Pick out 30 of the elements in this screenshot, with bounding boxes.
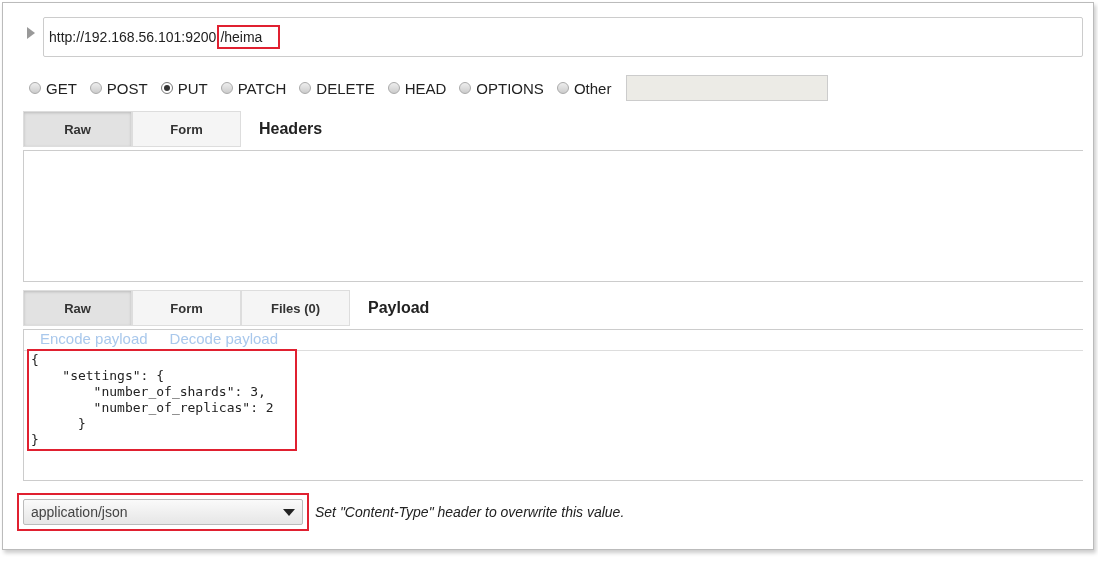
payload-code[interactable]: { "settings": { "number_of_shards": 3, "number_of_replicas": 2 } } — [27, 349, 297, 451]
content-type-select[interactable]: application/json — [23, 499, 303, 525]
method-label: GET — [46, 79, 77, 97]
headers-tab[interactable]: Raw — [23, 111, 132, 147]
caret-icon — [283, 508, 295, 516]
radio-button[interactable] — [387, 82, 400, 94]
url-field[interactable]: http://192.168.56.101:9200 /heima — [43, 17, 1083, 57]
content-type-hint: Set "Content-Type" header to overwrite this value. — [315, 504, 625, 520]
other-method-field[interactable] — [626, 75, 829, 101]
radio-button[interactable] — [299, 82, 312, 94]
method-label: Other — [573, 79, 612, 97]
expand-triangle-icon[interactable] — [27, 27, 35, 39]
radio-button[interactable] — [89, 82, 102, 94]
method-label: POST — [106, 79, 148, 97]
payload-title: Payload — [368, 299, 430, 317]
radio-button[interactable] — [160, 82, 173, 94]
method-label: DELETE — [316, 79, 375, 97]
headers-tab[interactable]: Form — [132, 111, 241, 147]
radio-button[interactable] — [556, 82, 569, 94]
headers-title: Headers — [259, 120, 323, 138]
method-label: PATCH — [237, 79, 287, 97]
payload-tab[interactable]: Form — [132, 290, 241, 326]
radio-button[interactable] — [459, 82, 472, 94]
payload-tab[interactable]: Raw — [23, 290, 132, 326]
method-label: HEAD — [404, 79, 447, 97]
method-label: OPTIONS — [476, 79, 544, 97]
payload-tab[interactable]: Files (0) — [241, 290, 350, 326]
radio-button[interactable] — [29, 82, 41, 94]
method-label: PUT — [177, 79, 208, 97]
radio-button[interactable] — [220, 82, 233, 94]
